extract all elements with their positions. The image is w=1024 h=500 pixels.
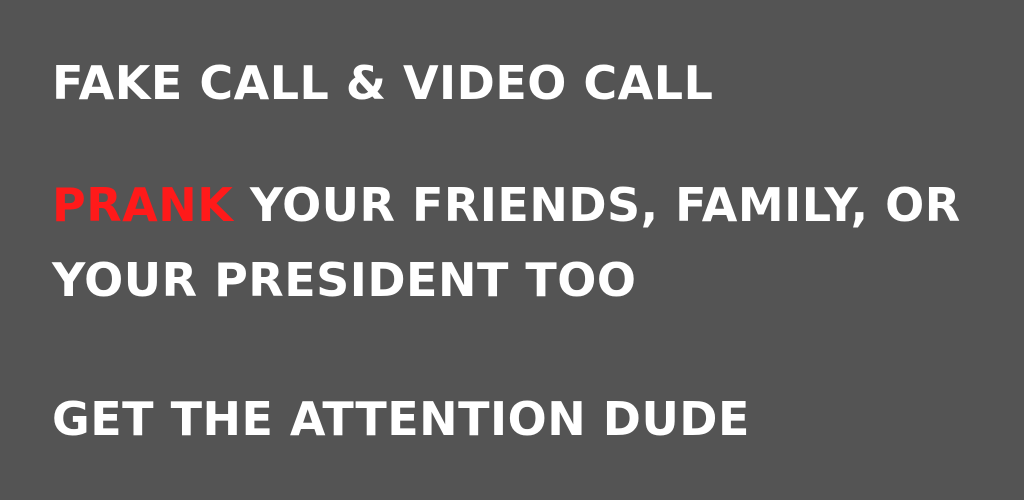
prank-line-continuation: YOUR PRESIDENT TOO <box>52 253 637 307</box>
prank-line-text: YOUR FRIENDS, FAMILY, OR <box>233 178 961 232</box>
promo-banner: FAKE CALL & VIDEO CALL PRANK YOUR FRIEND… <box>0 0 1024 500</box>
tagline: GET THE ATTENTION DUDE <box>52 392 750 446</box>
headline: FAKE CALL & VIDEO CALL <box>52 56 714 110</box>
prank-line: PRANK YOUR FRIENDS, FAMILY, OR <box>52 176 961 234</box>
prank-highlight-word: PRANK <box>52 178 234 232</box>
